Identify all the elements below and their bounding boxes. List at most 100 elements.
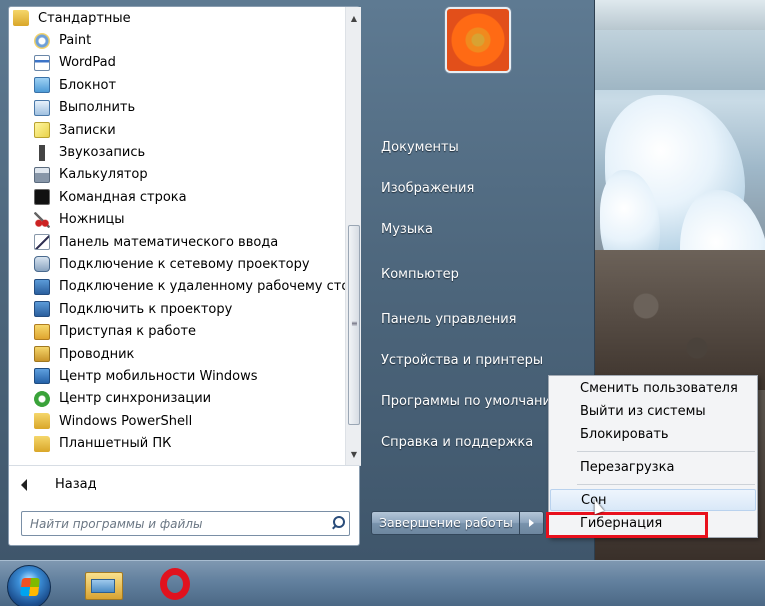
wordpad-icon <box>34 54 50 71</box>
list-item-sync-center[interactable]: Центр синхронизации <box>9 388 345 410</box>
list-item-command-prompt[interactable]: Командная строка <box>9 186 345 208</box>
list-item-remote-desktop[interactable]: Подключение к удаленному рабочему стол <box>9 276 345 298</box>
user-avatar[interactable] <box>445 7 511 73</box>
sync-center-icon <box>34 390 50 407</box>
list-item-label: Подключение к удаленному рабочему стол <box>59 279 345 295</box>
menu-item-restart[interactable]: Перезагрузка <box>550 457 756 479</box>
right-link-control-panel[interactable]: Панель управления <box>372 305 582 335</box>
sticky-notes-icon <box>34 122 50 139</box>
list-item-label: Paint <box>59 33 92 49</box>
list-item-label: Звукозапись <box>59 145 146 161</box>
list-item-label: Проводник <box>59 346 135 362</box>
list-item-label: Командная строка <box>59 189 187 205</box>
mobility-center-icon <box>34 368 50 385</box>
list-item-label: Подключить к проектору <box>59 301 233 317</box>
list-item-sticky-notes[interactable]: Записки <box>9 119 345 141</box>
scroll-thumb[interactable]: ≡ <box>348 225 360 425</box>
list-item-label: Панель математического ввода <box>59 234 279 250</box>
list-item-powershell-folder[interactable]: Windows PowerShell <box>9 410 345 432</box>
menu-item-sleep[interactable]: Сон <box>550 489 756 511</box>
list-item-run[interactable]: Выполнить <box>9 97 345 119</box>
scissors-icon <box>34 211 50 228</box>
taskbar-opera-icon[interactable] <box>160 568 190 600</box>
cmd-icon <box>34 189 50 206</box>
shutdown-button[interactable]: Завершение работы <box>371 511 520 535</box>
projector-icon <box>34 301 50 318</box>
search-icon[interactable] <box>327 513 349 535</box>
list-item-calculator[interactable]: Калькулятор <box>9 164 345 186</box>
list-item-label: WordPad <box>59 55 116 71</box>
right-link-music[interactable]: Музыка <box>372 215 582 245</box>
menu-separator <box>577 484 755 485</box>
list-item-paint[interactable]: Paint <box>9 29 345 51</box>
list-item-label: Записки <box>59 122 116 138</box>
list-item-label: Центр мобильности Windows <box>59 368 258 384</box>
right-link-computer[interactable]: Компьютер <box>372 260 582 290</box>
back-arrow-icon <box>21 478 27 491</box>
list-item-getting-started[interactable]: Приступая к работе <box>9 320 345 342</box>
paint-icon <box>34 32 50 49</box>
right-link-help-support[interactable]: Справка и поддержка <box>372 428 548 458</box>
windows-logo-icon <box>20 578 40 596</box>
list-item-label: Блокнот <box>59 77 117 93</box>
remote-desktop-icon <box>34 278 50 295</box>
hibernate-highlight-box <box>546 512 708 538</box>
list-item-network-projector[interactable]: Подключение к сетевому проектору <box>9 253 345 275</box>
list-item-mobility-center[interactable]: Центр мобильности Windows <box>9 365 345 387</box>
math-input-icon <box>34 234 50 251</box>
list-item-label: Ножницы <box>59 212 125 228</box>
getting-started-icon <box>34 323 50 340</box>
right-link-devices-printers[interactable]: Устройства и принтеры <box>372 346 582 376</box>
programs-pane: Стандартные Paint WordPad Блокнот Выполн… <box>8 6 361 546</box>
network-projector-icon <box>34 256 50 273</box>
scroll-grip-icon: ≡ <box>351 319 358 328</box>
list-item-wordpad[interactable]: WordPad <box>9 52 345 74</box>
list-item-label: Выполнить <box>59 100 136 116</box>
list-item-accessories-folder[interactable]: Стандартные <box>9 7 345 29</box>
start-menu: Стандартные Paint WordPad Блокнот Выполн… <box>0 0 595 560</box>
wallpaper-water <box>595 30 765 90</box>
right-link-default-programs[interactable]: Программы по умолчанию <box>372 387 548 417</box>
scroll-up-button[interactable]: ▲ <box>346 11 362 27</box>
list-item-math-input[interactable]: Панель математического ввода <box>9 231 345 253</box>
start-button[interactable] <box>7 565 51 606</box>
list-item-tablet-pc-folder[interactable]: Планшетный ПК <box>9 432 345 454</box>
wallpaper-glacier <box>595 0 765 30</box>
list-item-connect-projector[interactable]: Подключить к проектору <box>9 298 345 320</box>
microphone-icon <box>34 144 50 161</box>
explorer-icon <box>34 346 50 363</box>
calculator-icon <box>34 166 50 183</box>
shutdown-options-arrow-icon[interactable] <box>520 511 544 535</box>
list-item-notepad[interactable]: Блокнот <box>9 74 345 96</box>
search-input[interactable] <box>22 512 327 535</box>
back-label: Назад <box>55 477 97 492</box>
list-item-label: Приступая к работе <box>59 324 197 340</box>
scroll-down-button[interactable]: ▼ <box>346 447 362 463</box>
list-item-label: Windows PowerShell <box>59 413 193 429</box>
list-item-snipping-tool[interactable]: Ножницы <box>9 209 345 231</box>
notepad-icon <box>34 77 50 94</box>
search-box <box>21 511 350 536</box>
list-item-label: Подключение к сетевому проектору <box>59 256 310 272</box>
menu-item-switch-user[interactable]: Сменить пользователя <box>550 378 756 400</box>
list-item-label: Калькулятор <box>59 167 148 183</box>
list-item-sound-recorder[interactable]: Звукозапись <box>9 141 345 163</box>
list-item-label: Стандартные <box>38 10 131 26</box>
right-link-pictures[interactable]: Изображения <box>372 174 582 204</box>
programs-scrollbar[interactable]: ▲ ≡ ▼ <box>345 7 361 465</box>
folder-icon <box>34 413 50 430</box>
folder-icon <box>13 10 29 27</box>
folder-icon <box>34 435 50 452</box>
menu-item-lock[interactable]: Блокировать <box>550 424 756 446</box>
list-item-label: Планшетный ПК <box>59 436 172 452</box>
menu-separator <box>577 451 755 452</box>
run-icon <box>34 99 50 116</box>
list-item-label: Центр синхронизации <box>59 391 212 407</box>
menu-item-log-off[interactable]: Выйти из системы <box>550 401 756 423</box>
right-link-documents[interactable]: Документы <box>372 133 582 163</box>
back-button[interactable]: Назад <box>9 465 361 503</box>
programs-list: Стандартные Paint WordPad Блокнот Выполн… <box>9 7 345 465</box>
wallpaper-rocks <box>595 250 765 390</box>
taskbar-explorer-icon[interactable] <box>83 568 123 600</box>
list-item-explorer[interactable]: Проводник <box>9 343 345 365</box>
